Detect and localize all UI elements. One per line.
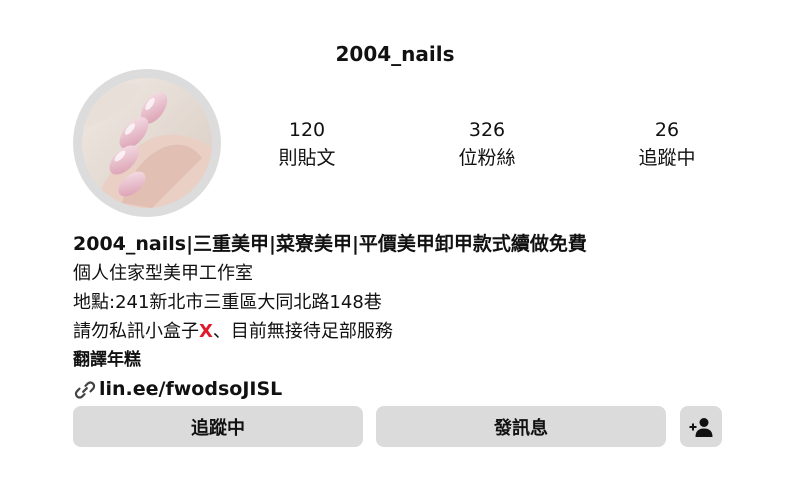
- bio-line-studio: 個人住家型美甲工作室: [73, 263, 253, 284]
- stat-posts-label: 則貼文: [278, 147, 336, 169]
- avatar-nails-photo: [82, 78, 212, 208]
- stat-posts[interactable]: 120 則貼文: [237, 117, 377, 173]
- link-icon: [74, 380, 96, 399]
- bio-line-location: 地點:241新北市三重區大同北路148巷: [73, 292, 382, 313]
- suggest-users-button[interactable]: [680, 406, 722, 447]
- stat-followers-count: 326: [468, 119, 506, 141]
- bio-link-text: lin.ee/fwodsoJISL: [99, 378, 283, 400]
- bio-external-link[interactable]: lin.ee/fwodsoJISL: [73, 375, 753, 404]
- stat-posts-count: 120: [288, 119, 326, 141]
- following-button[interactable]: 追蹤中: [73, 406, 363, 447]
- profile-bio: 2004_nails|三重美甲|菜寮美甲|平價美甲卸甲款式續做免費 個人住家型美…: [73, 230, 753, 404]
- avatar[interactable]: [82, 78, 212, 208]
- message-button[interactable]: 發訊息: [376, 406, 666, 447]
- profile-username: 2004_nails: [335, 42, 455, 66]
- bio-notice-x-mark: X: [199, 321, 213, 342]
- add-user-icon: [689, 417, 713, 437]
- stat-following-label: 追蹤中: [638, 147, 696, 169]
- stat-followers-label: 位粉絲: [458, 147, 516, 169]
- avatar-ring[interactable]: [73, 69, 221, 217]
- translate-link[interactable]: 翻譯年糕: [73, 346, 753, 375]
- stat-following-count: 26: [654, 119, 680, 141]
- stat-followers[interactable]: 326 位粉絲: [417, 117, 557, 173]
- stat-following[interactable]: 26 追蹤中: [597, 117, 737, 173]
- bio-display-name: 2004_nails|三重美甲|菜寮美甲|平價美甲卸甲款式續做免費: [73, 233, 587, 255]
- bio-notice-text: 請勿私訊小盒子: [73, 321, 199, 342]
- bio-notice-text-rest: 、目前無接待足部服務: [212, 321, 393, 342]
- bio-line-notice: 請勿私訊小盒子X、目前無接待足部服務: [73, 317, 753, 346]
